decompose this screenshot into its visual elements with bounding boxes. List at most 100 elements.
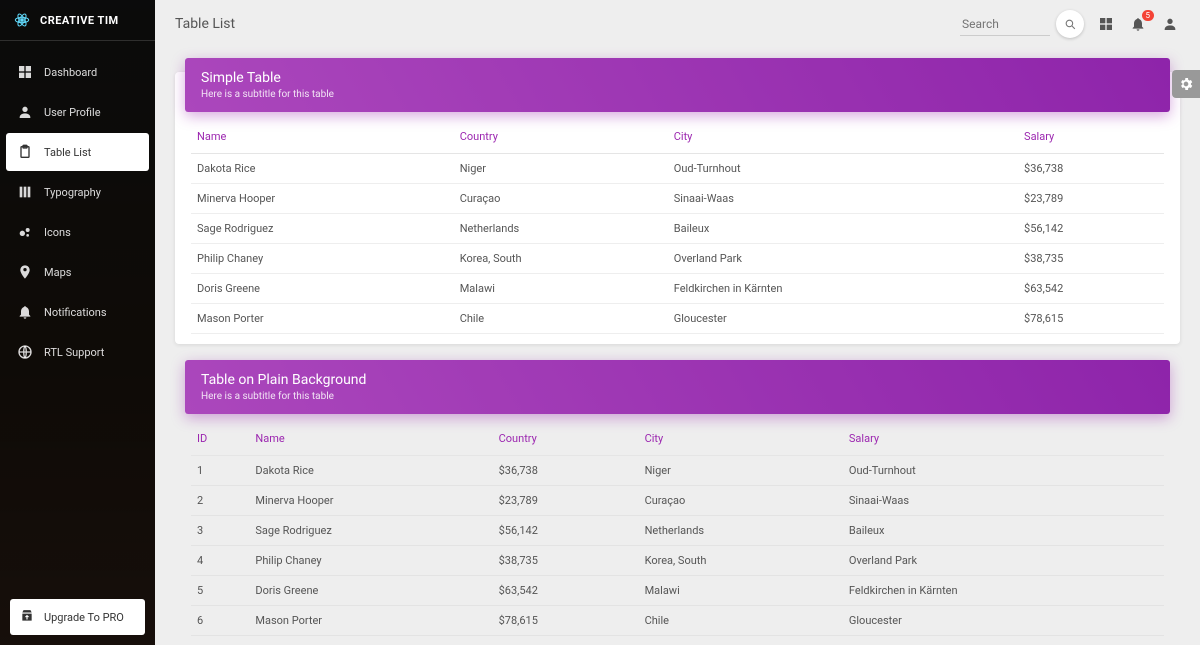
table-cell: Korea, South (454, 244, 668, 274)
sidebar-item-icons[interactable]: Icons (6, 213, 149, 251)
notifications-button[interactable]: 5 (1128, 16, 1148, 32)
page-title: Table List (175, 16, 960, 32)
table-cell: Sinaai-Waas (843, 486, 1164, 516)
table-row: 1Dakota Rice$36,738NigerOud-Turnhout (191, 456, 1164, 486)
sidebar-item-label: Notifications (44, 306, 107, 319)
table-cell: $63,542 (1018, 274, 1164, 304)
table-cell: 1 (191, 456, 249, 486)
table-header: Country (454, 120, 668, 154)
plain-table: ID Name Country City Salary 1Dakota Rice… (191, 422, 1164, 636)
table-cell: Overland Park (668, 244, 1018, 274)
account-button[interactable] (1160, 16, 1180, 32)
table-cell: Oud-Turnhout (668, 154, 1018, 184)
table-cell: Doris Greene (249, 576, 492, 606)
table-cell: Netherlands (454, 214, 668, 244)
sidebar-nav: Dashboard User Profile Table List Typogr… (0, 41, 155, 589)
table-cell: $36,738 (1018, 154, 1164, 184)
sidebar-item-label: Icons (44, 226, 71, 239)
table-cell: Malawi (639, 576, 843, 606)
table-row: Doris GreeneMalawiFeldkirchen in Kärnten… (191, 274, 1164, 304)
table-cell: Chile (639, 606, 843, 636)
card-subtitle: Here is a subtitle for this table (201, 89, 1154, 100)
table-row: 3Sage Rodriguez$56,142NetherlandsBaileux (191, 516, 1164, 546)
table-header: City (668, 120, 1018, 154)
table-header: Salary (843, 422, 1164, 456)
table-cell: Philip Chaney (249, 546, 492, 576)
table-cell: Chile (454, 304, 668, 334)
table-cell: Korea, South (639, 546, 843, 576)
search-button[interactable] (1056, 10, 1084, 38)
table-row: Dakota RiceNigerOud-Turnhout$36,738 (191, 154, 1164, 184)
table-cell: Minerva Hooper (249, 486, 492, 516)
card-header: Simple Table Here is a subtitle for this… (185, 58, 1170, 112)
simple-table-card: Simple Table Here is a subtitle for this… (175, 72, 1180, 344)
table-cell: $63,542 (493, 576, 639, 606)
table-cell: Dakota Rice (191, 154, 454, 184)
simple-table: Name Country City Salary Dakota RiceNige… (191, 120, 1164, 334)
brand[interactable]: CREATIVE TIM (0, 0, 155, 41)
card-subtitle: Here is a subtitle for this table (201, 391, 1154, 402)
table-cell: $23,789 (1018, 184, 1164, 214)
card-title: Simple Table (201, 70, 1154, 86)
upgrade-label: Upgrade To PRO (44, 611, 124, 624)
table-cell: $38,735 (493, 546, 639, 576)
table-cell: Gloucester (843, 606, 1164, 636)
table-cell: Dakota Rice (249, 456, 492, 486)
settings-fab[interactable] (1172, 70, 1200, 98)
search-input[interactable] (960, 13, 1050, 36)
table-cell: Minerva Hooper (191, 184, 454, 214)
table-cell: Overland Park (843, 546, 1164, 576)
table-header: City (639, 422, 843, 456)
table-row: Philip ChaneyKorea, SouthOverland Park$3… (191, 244, 1164, 274)
table-cell: $78,615 (1018, 304, 1164, 334)
sidebar-item-label: Table List (44, 146, 91, 159)
table-cell: Gloucester (668, 304, 1018, 334)
table-cell: Curaçao (454, 184, 668, 214)
table-cell: Oud-Turnhout (843, 456, 1164, 486)
main: Table List 5 Simple Table Here is a subt… (155, 0, 1200, 645)
table-row: Minerva HooperCuraçaoSinaai-Waas$23,789 (191, 184, 1164, 214)
content: Simple Table Here is a subtitle for this… (155, 48, 1200, 645)
sidebar-item-label: Maps (44, 266, 71, 279)
dashboard-button[interactable] (1096, 16, 1116, 32)
table-header: Name (249, 422, 492, 456)
table-header: Name (191, 120, 454, 154)
sidebar-item-label: Typography (44, 186, 101, 199)
sidebar-item-label: RTL Support (44, 346, 104, 359)
sidebar-item-maps[interactable]: Maps (6, 253, 149, 291)
table-cell: Curaçao (639, 486, 843, 516)
table-cell: 6 (191, 606, 249, 636)
table-row: 6Mason Porter$78,615ChileGloucester (191, 606, 1164, 636)
sidebar-item-table-list[interactable]: Table List (6, 133, 149, 171)
table-cell: Doris Greene (191, 274, 454, 304)
sidebar-item-label: Dashboard (44, 66, 97, 79)
table-cell: Niger (454, 154, 668, 184)
language-icon (16, 343, 34, 361)
table-header: Salary (1018, 120, 1164, 154)
table-cell: Sage Rodriguez (191, 214, 454, 244)
table-cell: Mason Porter (191, 304, 454, 334)
sidebar-item-rtl-support[interactable]: RTL Support (6, 333, 149, 371)
bell-icon (16, 303, 34, 321)
table-cell: Feldkirchen in Kärnten (668, 274, 1018, 304)
notification-badge: 5 (1142, 10, 1155, 21)
person-icon (1162, 16, 1178, 32)
table-cell: Sinaai-Waas (668, 184, 1018, 214)
table-cell: Sage Rodriguez (249, 516, 492, 546)
person-icon (16, 103, 34, 121)
brand-name: CREATIVE TIM (40, 14, 119, 27)
table-row: Sage RodriguezNetherlandsBaileux$56,142 (191, 214, 1164, 244)
table-cell: $23,789 (493, 486, 639, 516)
table-cell: Netherlands (639, 516, 843, 546)
table-row: 5Doris Greene$63,542MalawiFeldkirchen in… (191, 576, 1164, 606)
library-icon (16, 183, 34, 201)
sidebar-item-notifications[interactable]: Notifications (6, 293, 149, 331)
upgrade-button[interactable]: Upgrade To PRO (10, 599, 145, 635)
card-title: Table on Plain Background (201, 372, 1154, 388)
sidebar-item-typography[interactable]: Typography (6, 173, 149, 211)
table-cell: Niger (639, 456, 843, 486)
table-cell: Feldkirchen in Kärnten (843, 576, 1164, 606)
sidebar-item-dashboard[interactable]: Dashboard (6, 53, 149, 91)
table-cell: Baileux (843, 516, 1164, 546)
sidebar-item-user-profile[interactable]: User Profile (6, 93, 149, 131)
